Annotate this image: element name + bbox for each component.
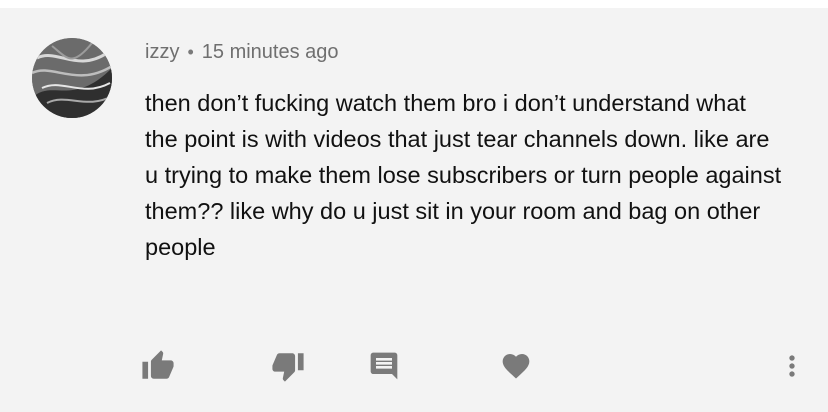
comment-card: izzy • 15 minutes ago then don’t fucking…	[0, 8, 828, 412]
comment-timestamp: 15 minutes ago	[201, 41, 339, 63]
more-vert-icon	[789, 355, 795, 377]
heart-icon	[502, 354, 530, 379]
thumbs-up-icon	[142, 350, 174, 379]
author-name[interactable]: izzy	[145, 41, 179, 64]
reply-icon	[370, 352, 398, 380]
dislike-button[interactable]	[268, 346, 308, 386]
like-button[interactable]	[138, 346, 178, 386]
comment-actions	[0, 346, 828, 386]
thumbs-down-icon	[272, 353, 304, 382]
reply-button[interactable]	[364, 346, 404, 386]
comment-meta: izzy • 15 minutes ago	[145, 41, 339, 64]
heart-button[interactable]	[496, 346, 536, 386]
more-options-button[interactable]	[772, 346, 812, 386]
avatar-image	[32, 38, 112, 118]
comment-body: then don’t fucking watch them bro i don’…	[145, 90, 782, 260]
meta-separator: •	[187, 42, 194, 62]
avatar[interactable]	[32, 38, 112, 118]
